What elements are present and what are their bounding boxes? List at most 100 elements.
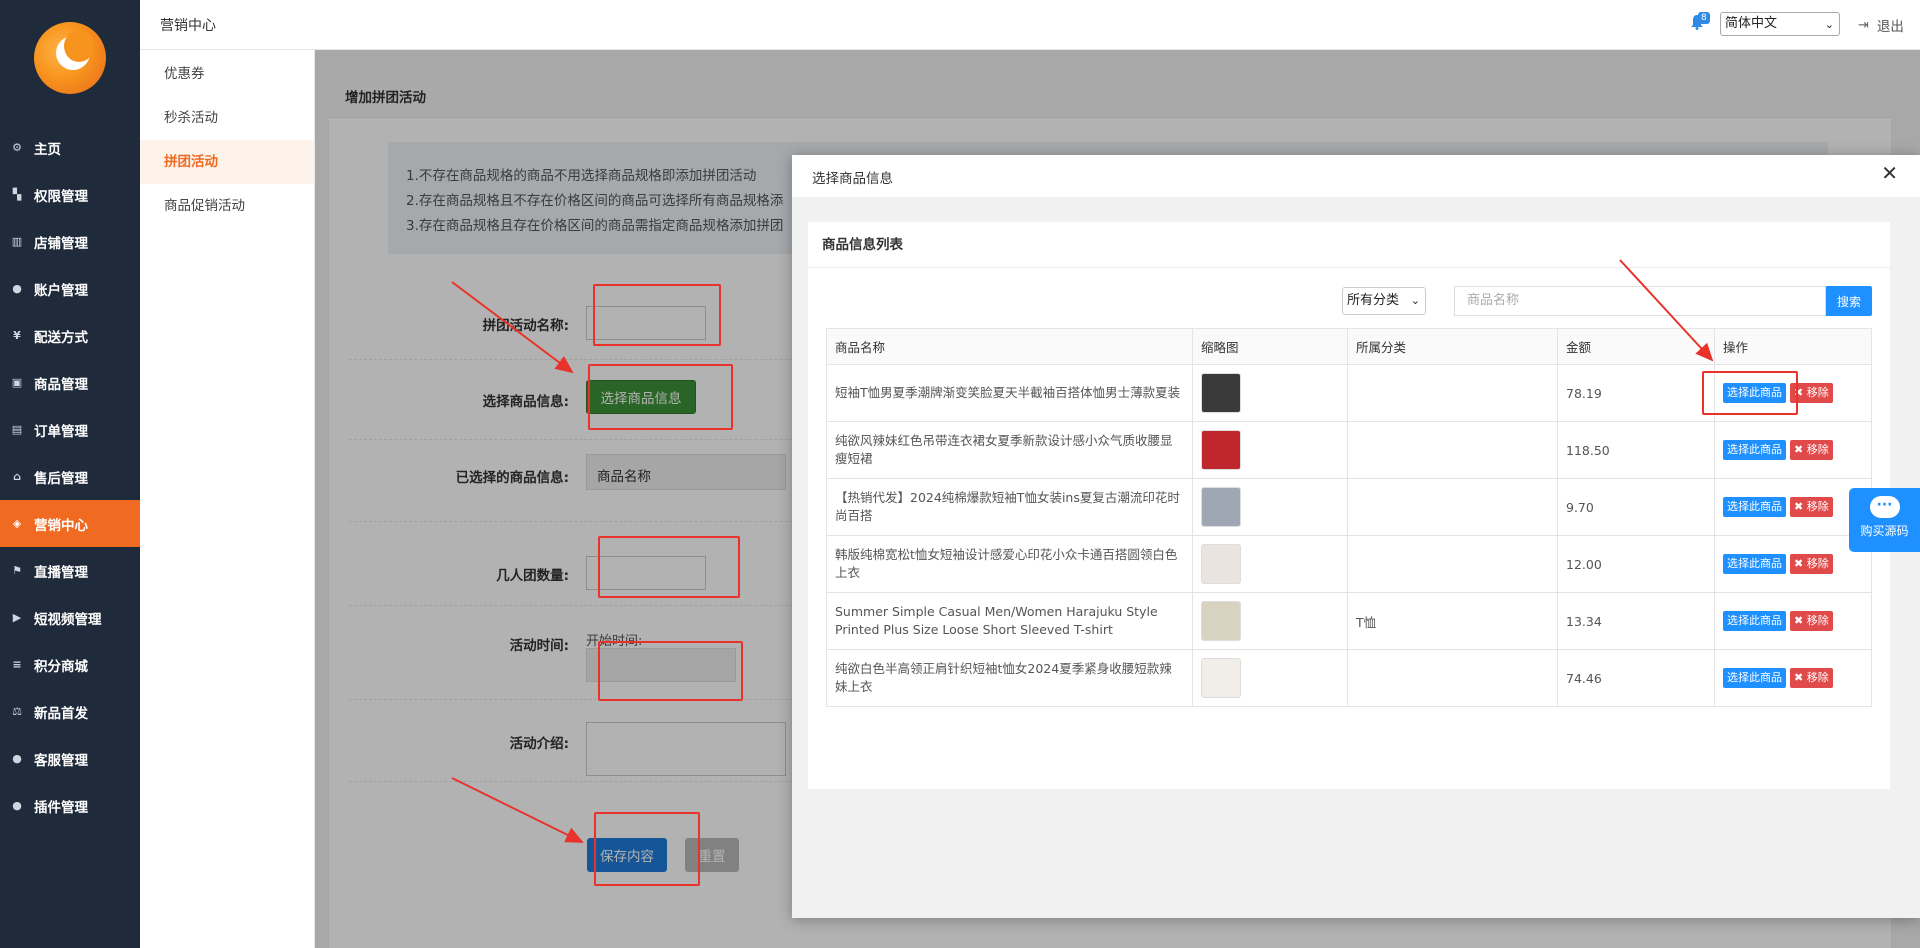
search-button[interactable]: 搜索 — [1826, 286, 1872, 316]
nav-item-stores[interactable]: ▥ 店铺管理 — [0, 218, 140, 265]
chevron-down-icon: ⌄ — [1410, 294, 1420, 307]
nav-item-label: 配送方式 — [34, 329, 88, 346]
select-goods-action[interactable]: 选择此商品 — [1723, 668, 1786, 688]
highlight-box — [593, 284, 721, 346]
nav-item-marketing[interactable]: ◈ 营销中心 — [0, 500, 140, 547]
select-goods-action[interactable]: 选择此商品 — [1723, 611, 1786, 631]
image-icon: ▣ — [11, 376, 23, 389]
select-goods-modal: 选择商品信息 ✕ 商品信息列表 所有分类 ⌄ 商品名称 搜索 商品名称 缩略图 所… — [792, 155, 1920, 918]
main-nav: ⚙ 主页 ▚ 权限管理 ▥ 店铺管理 ● 账户管理 ¥ 配送方式 ▣ 商品管理 ▤ 订单管理 … — [0, 124, 140, 829]
subnav-flash-sale[interactable]: 秒杀活动 — [140, 96, 314, 140]
subnav-promotions[interactable]: 商品促销活动 — [140, 184, 314, 228]
remove-goods-action[interactable]: ✖ 移除 — [1790, 497, 1833, 517]
remove-goods-action[interactable]: ✖ 移除 — [1790, 611, 1833, 631]
nav-item-label: 订单管理 — [34, 423, 88, 440]
nav-item-live[interactable]: ⚑ 直播管理 — [0, 547, 140, 594]
actions-cell: 选择此商品 ✖ 移除 — [1714, 649, 1872, 707]
column-header: 操作 — [1714, 328, 1872, 365]
brand-logo — [34, 22, 106, 94]
nav-item-label: 直播管理 — [34, 564, 88, 581]
actions-cell: 选择此商品 ✖ 移除 — [1714, 535, 1872, 593]
close-icon[interactable]: ✕ — [1881, 161, 1898, 185]
sub-sidebar: 优惠券 秒杀活动 拼团活动 商品促销活动 — [140, 50, 315, 948]
nav-item-label: 营销中心 — [34, 517, 88, 534]
goods-category — [1347, 421, 1558, 479]
goods-name: 【热销代发】2024纯棉爆款短袖T恤女装ins夏复古潮流印花时尚百搭 — [826, 478, 1193, 536]
nav-item-label: 售后管理 — [34, 470, 88, 487]
nav-item-delivery[interactable]: ¥ 配送方式 — [0, 312, 140, 359]
goods-name: 韩版纯棉宽松t恤女短袖设计感爱心印花小众卡通百搭圆领白色上衣 — [826, 535, 1193, 593]
tag-icon: ◈ — [12, 517, 22, 530]
nav-item-short-video[interactable]: ▶ 短视频管理 — [0, 594, 140, 641]
nav-item-label: 短视频管理 — [34, 611, 102, 628]
logout-label: 退出 — [1876, 19, 1904, 35]
language-select[interactable]: 简体中文 ⌄ — [1720, 12, 1840, 36]
goods-name: Summer Simple Casual Men/Women Harajuku … — [826, 592, 1193, 650]
nav-item-label: 权限管理 — [34, 188, 88, 205]
video-icon: ▶ — [12, 611, 22, 624]
thumbnail-cell — [1192, 649, 1348, 707]
goods-category — [1347, 478, 1558, 536]
nav-item-permissions[interactable]: ▚ 权限管理 — [0, 171, 140, 218]
chevron-down-icon: ⌄ — [1824, 18, 1834, 31]
nav-item-home[interactable]: ⚙ 主页 — [0, 124, 140, 171]
category-select[interactable]: 所有分类 ⌄ — [1342, 287, 1426, 315]
column-header: 金额 — [1557, 328, 1715, 365]
nav-item-aftersale[interactable]: ⌂ 售后管理 — [0, 453, 140, 500]
select-goods-action[interactable]: 选择此商品 — [1723, 497, 1786, 517]
nav-item-label: 新品首发 — [34, 705, 88, 722]
goods-category: T恤 — [1347, 592, 1558, 650]
goods-price: 78.19 — [1557, 364, 1715, 422]
nav-item-customer-service[interactable]: ● 客服管理 — [0, 735, 140, 782]
remove-goods-action[interactable]: ✖ 移除 — [1790, 554, 1833, 574]
map-icon: ▥ — [11, 235, 23, 248]
goods-thumbnail — [1201, 373, 1241, 413]
modal-title: 选择商品信息 — [812, 171, 893, 187]
sign-out-icon: ⇥ — [1858, 17, 1869, 33]
top-bar: 营销中心 8 简体中文 ⌄ ⇥ 退出 — [140, 0, 1920, 50]
goods-thumbnail — [1201, 601, 1241, 641]
goods-price: 12.00 — [1557, 535, 1715, 593]
highlight-box — [594, 812, 700, 886]
yen-icon: ¥ — [13, 329, 21, 342]
flag-icon: ⚑ — [12, 564, 22, 577]
nav-item-label: 账户管理 — [34, 282, 88, 299]
nav-item-label: 积分商城 — [34, 658, 88, 675]
thumbnail-cell — [1192, 478, 1348, 536]
thumbnail-cell — [1192, 421, 1348, 479]
select-goods-action[interactable]: 选择此商品 — [1723, 554, 1786, 574]
table-row: 【热销代发】2024纯棉爆款短袖T恤女装ins夏复古潮流印花时尚百搭 9.70 选择… — [826, 478, 1872, 536]
subnav-coupons[interactable]: 优惠券 — [140, 52, 314, 96]
sidebar: ⚙ 主页 ▚ 权限管理 ▥ 店铺管理 ● 账户管理 ¥ 配送方式 ▣ 商品管理 ▤ 订单管理 … — [0, 0, 140, 948]
highlight-box — [588, 364, 733, 430]
table-row: 韩版纯棉宽松t恤女短袖设计感爱心印花小众卡通百搭圆领白色上衣 12.00 选择此商品… — [826, 535, 1872, 593]
highlight-box — [1702, 371, 1798, 415]
goods-category — [1347, 535, 1558, 593]
search-input[interactable]: 商品名称 — [1454, 286, 1826, 316]
highlight-box — [598, 536, 740, 598]
nav-item-accounts[interactable]: ● 账户管理 — [0, 265, 140, 312]
actions-cell: 选择此商品 ✖ 移除 — [1714, 478, 1872, 536]
buy-source-widget[interactable]: ··· 购买源码 — [1849, 488, 1920, 552]
breadcrumb: 营销中心 — [160, 18, 216, 34]
goods-category — [1347, 364, 1558, 422]
nav-item-new-launch[interactable]: ⚖ 新品首发 — [0, 688, 140, 735]
nav-item-plugins[interactable]: ● 插件管理 — [0, 782, 140, 829]
select-goods-action[interactable]: 选择此商品 — [1723, 440, 1786, 460]
nav-item-label: 店铺管理 — [34, 235, 88, 252]
subnav-group-buy[interactable]: 拼团活动 — [140, 140, 314, 184]
remove-goods-action[interactable]: ✖ 移除 — [1790, 668, 1833, 688]
column-header: 所属分类 — [1347, 328, 1558, 365]
goods-category — [1347, 649, 1558, 707]
chat-icon: ● — [12, 799, 22, 812]
table-header-row: 商品名称 缩略图 所属分类 金额 操作 — [826, 328, 1872, 365]
nav-item-goods[interactable]: ▣ 商品管理 — [0, 359, 140, 406]
logout-button[interactable]: ⇥ 退出 — [1858, 15, 1904, 36]
nav-item-orders[interactable]: ▤ 订单管理 — [0, 406, 140, 453]
gear-icon: ⚙ — [12, 141, 22, 154]
goods-thumbnail — [1201, 658, 1241, 698]
nav-item-label: 客服管理 — [34, 752, 88, 769]
goods-name: 短袖T恤男夏季潮牌渐变笑脸夏天半截袖百搭体恤男士薄款夏装 — [826, 364, 1193, 422]
nav-item-points-mall[interactable]: ≡ 积分商城 — [0, 641, 140, 688]
remove-goods-action[interactable]: ✖ 移除 — [1790, 440, 1833, 460]
